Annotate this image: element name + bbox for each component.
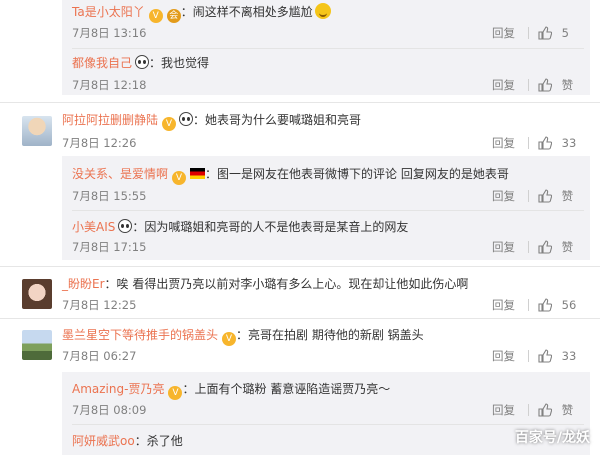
- reply-button[interactable]: 回复: [492, 240, 515, 254]
- comment-text: ：图一是网友在他表哥微博下的评论 回复网友的是她表哥: [205, 167, 509, 181]
- reply-item: 阿妍威武oo：杀了他: [72, 433, 183, 449]
- comment-text: ：亮哥在拍剧 期待他的新剧 锅盖头: [236, 328, 424, 342]
- like-count: 56: [561, 298, 577, 312]
- divider: [528, 350, 529, 362]
- comment-time: 7月8日 08:09: [72, 403, 147, 417]
- divider: [0, 102, 600, 103]
- comment-time: 7月8日 12:25: [62, 298, 137, 312]
- commenter-name[interactable]: Amazing-贾乃亮: [72, 382, 164, 396]
- commenter-name[interactable]: 小美AIS: [72, 220, 115, 234]
- comment-time: 7月8日 12:26: [62, 136, 137, 150]
- comment-text: ：因为喊璐姐和亮哥的人不是他表哥是某音上的网友: [132, 220, 409, 234]
- like-button[interactable]: 5: [538, 26, 569, 40]
- thumbs-up-icon: [538, 136, 552, 150]
- divider: [528, 190, 529, 202]
- reply-button[interactable]: 回复: [492, 136, 515, 150]
- vip-badge-icon: V: [162, 117, 177, 131]
- divider: [528, 241, 529, 253]
- thumbs-up-icon: [538, 26, 552, 40]
- comment-text: ：闹这样不离相处多尴尬: [180, 5, 313, 19]
- reply-button[interactable]: 回复: [492, 298, 515, 312]
- avatar[interactable]: [22, 279, 52, 309]
- comment-text: ：杀了他: [134, 434, 183, 448]
- commenter-name[interactable]: _盼盼Er: [62, 277, 105, 291]
- divider: [0, 266, 600, 267]
- comment-time: 7月8日 15:55: [72, 189, 147, 203]
- thumbs-up-icon: [538, 240, 552, 254]
- vip-badge-icon: V: [168, 386, 183, 400]
- thumbs-up-icon: [538, 298, 552, 312]
- reply-item: Amazing-贾乃亮 V ：上面有个璐粉 蓄意诬陷造谣贾乃亮～: [72, 381, 390, 400]
- thumbs-up-icon: [538, 78, 552, 92]
- comment-text: ：我也觉得: [149, 56, 210, 70]
- avatar[interactable]: [22, 116, 52, 146]
- comment-time: 7月8日 13:16: [72, 26, 147, 40]
- avatar[interactable]: [22, 330, 52, 360]
- divider: [528, 27, 529, 39]
- reply-item: 没关系、是爱情啊 V ：图一是网友在他表哥微博下的评论 回复网友的是她表哥: [72, 166, 509, 185]
- like-count: 33: [561, 136, 577, 150]
- like-count: 赞: [561, 240, 574, 254]
- reply-item: 小美AIS ：因为喊璐姐和亮哥的人不是他表哥是某音上的网友: [72, 219, 408, 235]
- reply-button[interactable]: 回复: [492, 189, 515, 203]
- commenter-name[interactable]: Ta是小太阳丫: [72, 5, 145, 19]
- comment-text: ：她表哥为什么要喊璐姐和亮哥: [193, 113, 362, 127]
- like-count: 赞: [561, 403, 574, 417]
- like-button[interactable]: 赞: [538, 78, 573, 92]
- thumbs-up-icon: [538, 189, 552, 203]
- comment-time: 7月8日 06:27: [62, 349, 137, 363]
- comment-item: _盼盼Er：唉 看得出贾乃亮以前对李小璐有多么上心。现在却让他如此伤心啊: [62, 276, 468, 292]
- divider: [72, 424, 584, 425]
- like-count: 赞: [561, 189, 574, 203]
- thumbs-up-icon: [538, 403, 552, 417]
- reply-item: 都像我自己 ：我也觉得: [72, 55, 209, 71]
- like-button[interactable]: 赞: [538, 403, 573, 417]
- watermark: 百家号/龙妖: [514, 430, 590, 446]
- panda-emoji-icon: [135, 55, 150, 69]
- like-button[interactable]: 33: [538, 349, 576, 363]
- comment-time: 7月8日 17:15: [72, 240, 147, 254]
- like-count: 33: [561, 349, 577, 363]
- vip-badge-icon: V: [148, 9, 163, 23]
- vip-badge-icon: V: [172, 171, 187, 185]
- smiley-emoji-icon: [314, 3, 331, 19]
- germany-flag-icon: [190, 168, 206, 179]
- comment-item: 墨兰星空下等待推手的锅盖头 V ：亮哥在拍剧 期待他的新剧 锅盖头: [62, 327, 424, 346]
- like-button[interactable]: 赞: [538, 240, 573, 254]
- comment-text: ：上面有个璐粉 蓄意诬陷造谣贾乃亮～: [182, 382, 391, 396]
- like-count: 赞: [561, 78, 574, 92]
- vip-badge-icon: V: [222, 332, 237, 346]
- like-count: 5: [561, 26, 569, 40]
- panda-emoji-icon: [179, 112, 194, 126]
- divider: [528, 79, 529, 91]
- commenter-name[interactable]: 阿拉阿拉删删静陆: [62, 113, 158, 127]
- member-badge-icon: 会: [166, 9, 181, 23]
- divider: [0, 318, 600, 319]
- like-button[interactable]: 33: [538, 136, 576, 150]
- divider: [528, 404, 529, 416]
- reply-button[interactable]: 回复: [492, 78, 515, 92]
- commenter-name[interactable]: 没关系、是爱情啊: [72, 167, 168, 181]
- comment-text: ：唉 看得出贾乃亮以前对李小璐有多么上心。现在却让他如此伤心啊: [104, 277, 469, 291]
- commenter-name[interactable]: 墨兰星空下等待推手的锅盖头: [62, 328, 218, 342]
- reply-button[interactable]: 回复: [492, 349, 515, 363]
- divider: [72, 210, 584, 211]
- like-button[interactable]: 56: [538, 298, 576, 312]
- comment-item: 阿拉阿拉删删静陆 V ：她表哥为什么要喊璐姐和亮哥: [62, 112, 361, 131]
- commenter-name[interactable]: 都像我自己: [72, 56, 132, 70]
- divider: [72, 48, 584, 49]
- reply-item: Ta是小太阳丫 V 会：闹这样不离相处多尴尬: [72, 3, 331, 23]
- reply-button[interactable]: 回复: [492, 403, 515, 417]
- like-button[interactable]: 赞: [538, 189, 573, 203]
- reply-button[interactable]: 回复: [492, 26, 515, 40]
- comment-time: 7月8日 12:18: [72, 78, 147, 92]
- thumbs-up-icon: [538, 349, 552, 363]
- panda-emoji-icon: [118, 219, 133, 233]
- divider: [528, 299, 529, 311]
- divider: [528, 137, 529, 149]
- commenter-name[interactable]: 阿妍威武oo: [72, 434, 135, 448]
